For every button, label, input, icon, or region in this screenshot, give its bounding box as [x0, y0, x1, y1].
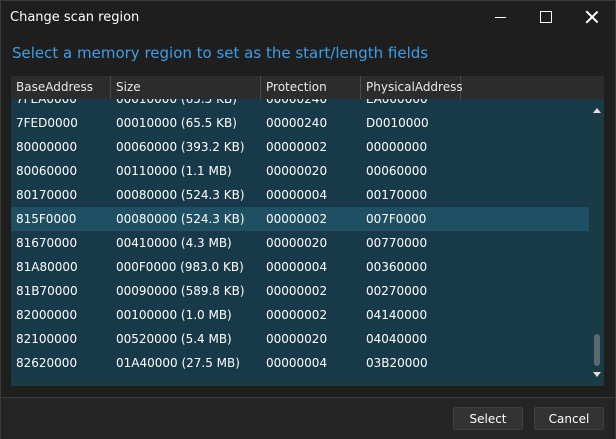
table-cell: 00080000 (524.3 KB)	[116, 188, 245, 202]
maximize-icon	[540, 11, 552, 23]
table-cell: 01A40000 (27.5 MB)	[116, 356, 240, 370]
table-cell: 00000002	[266, 140, 328, 154]
table-cell: 00000002	[266, 212, 328, 226]
scrollbar-thumb[interactable]	[594, 334, 600, 366]
table-cell: 82000000	[16, 308, 78, 322]
table-row[interactable]: 81670000 00410000 (4.3 MB) 00000020 0077000…	[11, 231, 589, 255]
minimize-icon	[494, 16, 506, 18]
list-rows: 7FEA0000 00010000 (65.5 KB) 00000240 EA0000…	[11, 99, 589, 386]
column-header-protection[interactable]: Protection	[261, 76, 361, 99]
table-cell: 000F0000 (983.0 KB)	[116, 260, 244, 274]
table-cell: 00090000 (589.8 KB)	[116, 284, 245, 298]
table-cell: 00000004	[266, 260, 328, 274]
table-row[interactable]: 81A80000 000F0000 (983.0 KB) 00000004 00360…	[11, 255, 589, 279]
table-cell: 81A80000	[16, 260, 78, 274]
list-header: BaseAddress Size Protection PhysicalAddr…	[11, 76, 604, 99]
table-cell: 00100000 (1.0 MB)	[116, 308, 232, 322]
close-icon	[585, 10, 599, 24]
table-cell: 00060000	[366, 164, 428, 178]
table-cell: 03B20000	[366, 356, 428, 370]
table-cell: 00000000	[366, 140, 428, 154]
table-cell: 04140000	[366, 308, 428, 322]
table-row[interactable]: 80060000 00110000 (1.1 MB) 00000020 0006000…	[11, 159, 589, 183]
table-cell: 82100000	[16, 332, 78, 346]
scroll-down-arrow-icon[interactable]	[593, 372, 601, 377]
scroll-up-arrow-icon[interactable]	[593, 108, 601, 113]
table-cell: EA000000	[366, 99, 428, 106]
vertical-scrollbar[interactable]	[589, 99, 604, 386]
table-cell: 80060000	[16, 164, 78, 178]
table-cell: D0010000	[366, 116, 429, 130]
table-cell: 00000020	[266, 332, 328, 346]
table-cell: 815F0000	[16, 212, 77, 226]
table-cell: 82620000	[16, 356, 78, 370]
table-cell: 00000240	[266, 99, 328, 106]
table-cell: 00000002	[266, 308, 328, 322]
column-header-physicaladdress[interactable]: PhysicalAddress	[361, 76, 463, 99]
window-title: Change scan region	[10, 10, 140, 25]
table-cell: 00000020	[266, 164, 328, 178]
table-cell: 00170000	[366, 188, 428, 202]
table-cell: 00010000 (65.5 KB)	[116, 99, 237, 106]
title-bar[interactable]: Change scan region	[1, 1, 615, 33]
table-cell: 007F0000	[366, 212, 427, 226]
table-cell: 81B70000	[16, 284, 78, 298]
table-cell: 00410000 (4.3 MB)	[116, 236, 232, 250]
table-row[interactable]: 80170000 00080000 (524.3 KB) 00000004 00170…	[11, 183, 589, 207]
table-cell: 00060000 (393.2 KB)	[116, 140, 245, 154]
memory-region-list[interactable]: BaseAddress Size Protection PhysicalAddr…	[11, 76, 604, 386]
table-cell: 00000002	[266, 284, 328, 298]
table-row[interactable]: 80000000 00060000 (393.2 KB) 00000002 00000…	[11, 135, 589, 159]
minimize-button[interactable]	[477, 1, 523, 33]
table-cell: 7FED0000	[16, 116, 78, 130]
table-cell: 04040000	[366, 332, 428, 346]
table-cell: 7FEA0000	[16, 99, 77, 106]
table-cell: 00520000 (5.4 MB)	[116, 332, 232, 346]
table-cell: 00360000	[366, 260, 428, 274]
maximize-button[interactable]	[523, 1, 569, 33]
table-row[interactable]: 81B70000 00090000 (589.8 KB) 00000002 00270…	[11, 279, 589, 303]
table-cell: 00770000	[366, 236, 428, 250]
table-row[interactable]: 82000000 00100000 (1.0 MB) 00000002 0414000…	[11, 303, 589, 327]
cancel-button[interactable]: Cancel	[534, 407, 604, 430]
select-button[interactable]: Select	[453, 407, 523, 430]
table-cell: 00000240	[266, 116, 328, 130]
close-button[interactable]	[569, 1, 615, 33]
table-cell: 00270000	[366, 284, 428, 298]
column-header-size[interactable]: Size	[111, 76, 261, 99]
dialog-window: Change scan region Select a memory regio…	[0, 0, 616, 439]
table-cell: 00000004	[266, 356, 328, 370]
table-cell: 00110000 (1.1 MB)	[116, 164, 232, 178]
table-row[interactable]: 7FED0000 00010000 (65.5 KB) 00000240 D00100…	[11, 111, 589, 135]
table-row[interactable]: 7FEA0000 00010000 (65.5 KB) 00000240 EA0000…	[11, 99, 589, 111]
dialog-footer: Select Cancel	[1, 397, 615, 439]
table-cell: 80000000	[16, 140, 78, 154]
table-cell: 80170000	[16, 188, 78, 202]
column-header-baseaddress[interactable]: BaseAddress	[11, 76, 111, 99]
table-row[interactable]: 82620000 01A40000 (27.5 MB) 00000004 03B200…	[11, 351, 589, 375]
table-cell: 00000004	[266, 188, 328, 202]
table-cell: 00010000 (65.5 KB)	[116, 116, 237, 130]
table-cell: 00000020	[266, 236, 328, 250]
table-cell: 00080000 (524.3 KB)	[116, 212, 245, 226]
table-cell: 81670000	[16, 236, 78, 250]
table-row[interactable]: 815F0000 00080000 (524.3 KB) 00000002 007F0…	[11, 207, 589, 231]
horizontal-scrollbar[interactable]	[11, 379, 589, 386]
table-row[interactable]: 82100000 00520000 (5.4 MB) 00000020 0404000…	[11, 327, 589, 351]
instruction-text: Select a memory region to set as the sta…	[12, 44, 429, 62]
